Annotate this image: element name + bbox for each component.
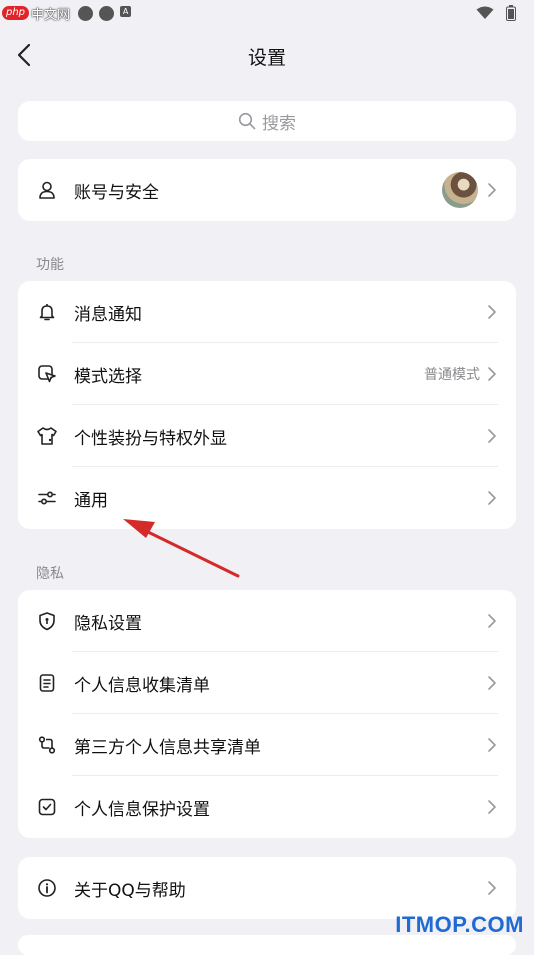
shield-icon [36, 610, 58, 632]
row-label: 消息通知 [74, 304, 142, 325]
bell-icon [36, 301, 58, 323]
chevron-right-icon [488, 676, 496, 690]
third-party-sharing-row[interactable]: 第三方个人信息共享清单 [18, 714, 516, 776]
privacy-settings-row[interactable]: 隐私设置 [18, 590, 516, 652]
info-protection-row[interactable]: 个人信息保护设置 [18, 776, 516, 838]
user-icon [36, 179, 58, 201]
nav-bar: 设置 [0, 30, 534, 82]
battery-icon [506, 5, 516, 21]
checkbox-icon [36, 796, 58, 818]
row-label: 隐私设置 [74, 613, 142, 634]
chevron-right-icon [488, 367, 496, 381]
chevron-right-icon [488, 491, 496, 505]
mode-select-row[interactable]: 模式选择 普通模式 [18, 343, 516, 405]
notification-icons: A [78, 5, 132, 21]
about-help-row[interactable]: 关于QQ与帮助 [18, 857, 516, 919]
chevron-right-icon [488, 881, 496, 895]
app-notification-icon [78, 5, 94, 21]
chevron-right-icon [488, 738, 496, 752]
next-card-partial [18, 935, 516, 955]
section-title-features: 功能 [36, 257, 64, 273]
sliders-icon [36, 487, 58, 509]
document-icon [36, 672, 58, 694]
account-card: 账号与安全 [18, 159, 516, 221]
mode-icon [36, 363, 58, 385]
search-input[interactable]: 搜索 [18, 101, 516, 141]
row-label: 模式选择 [74, 366, 142, 387]
site-watermark: ITMOP.COM [395, 912, 524, 937]
chevron-right-icon [488, 305, 496, 319]
row-label: 通用 [74, 490, 108, 511]
account-security-label: 账号与安全 [74, 182, 159, 203]
status-bar: php 中文网 A [0, 0, 534, 26]
share-icon [36, 734, 58, 756]
row-label: 个人信息保护设置 [74, 799, 210, 820]
section-title-privacy: 隐私 [36, 566, 64, 582]
page-title: 设置 [247, 47, 286, 69]
row-label: 第三方个人信息共享清单 [74, 737, 261, 758]
row-label: 个人信息收集清单 [74, 675, 210, 696]
general-row[interactable]: 通用 [18, 467, 516, 529]
php-watermark-badge: php [2, 6, 30, 20]
chevron-right-icon [488, 183, 496, 197]
privacy-card: 隐私设置 个人信息收集清单 第三方个人信息共享清单 个人信息保护设置 [18, 590, 516, 838]
info-collection-row[interactable]: 个人信息收集清单 [18, 652, 516, 714]
row-label: 个性装扮与特权外显 [74, 428, 227, 449]
about-card: 关于QQ与帮助 [18, 857, 516, 919]
chevron-right-icon [488, 429, 496, 443]
status-right [476, 5, 516, 21]
shirt-icon [36, 425, 58, 447]
row-label: 关于QQ与帮助 [74, 880, 186, 901]
message-notification-row[interactable]: 消息通知 [18, 281, 516, 343]
info-icon [36, 877, 58, 899]
account-security-row[interactable]: 账号与安全 [18, 159, 516, 221]
app-notification-icon [99, 5, 115, 21]
chevron-right-icon [488, 614, 496, 628]
personalization-row[interactable]: 个性装扮与特权外显 [18, 405, 516, 467]
wifi-icon [476, 6, 494, 19]
status-left: php 中文网 A [0, 0, 132, 26]
app-notification-icon: A [120, 5, 132, 17]
mode-value: 普通模式 [424, 367, 480, 383]
features-card: 消息通知 模式选择 普通模式 个性装扮与特权外显 通用 [18, 281, 516, 529]
search-icon [238, 112, 256, 130]
avatar [442, 172, 478, 208]
chevron-right-icon [488, 800, 496, 814]
php-watermark-text: 中文网 [31, 7, 71, 23]
search-placeholder: 搜索 [262, 113, 296, 134]
